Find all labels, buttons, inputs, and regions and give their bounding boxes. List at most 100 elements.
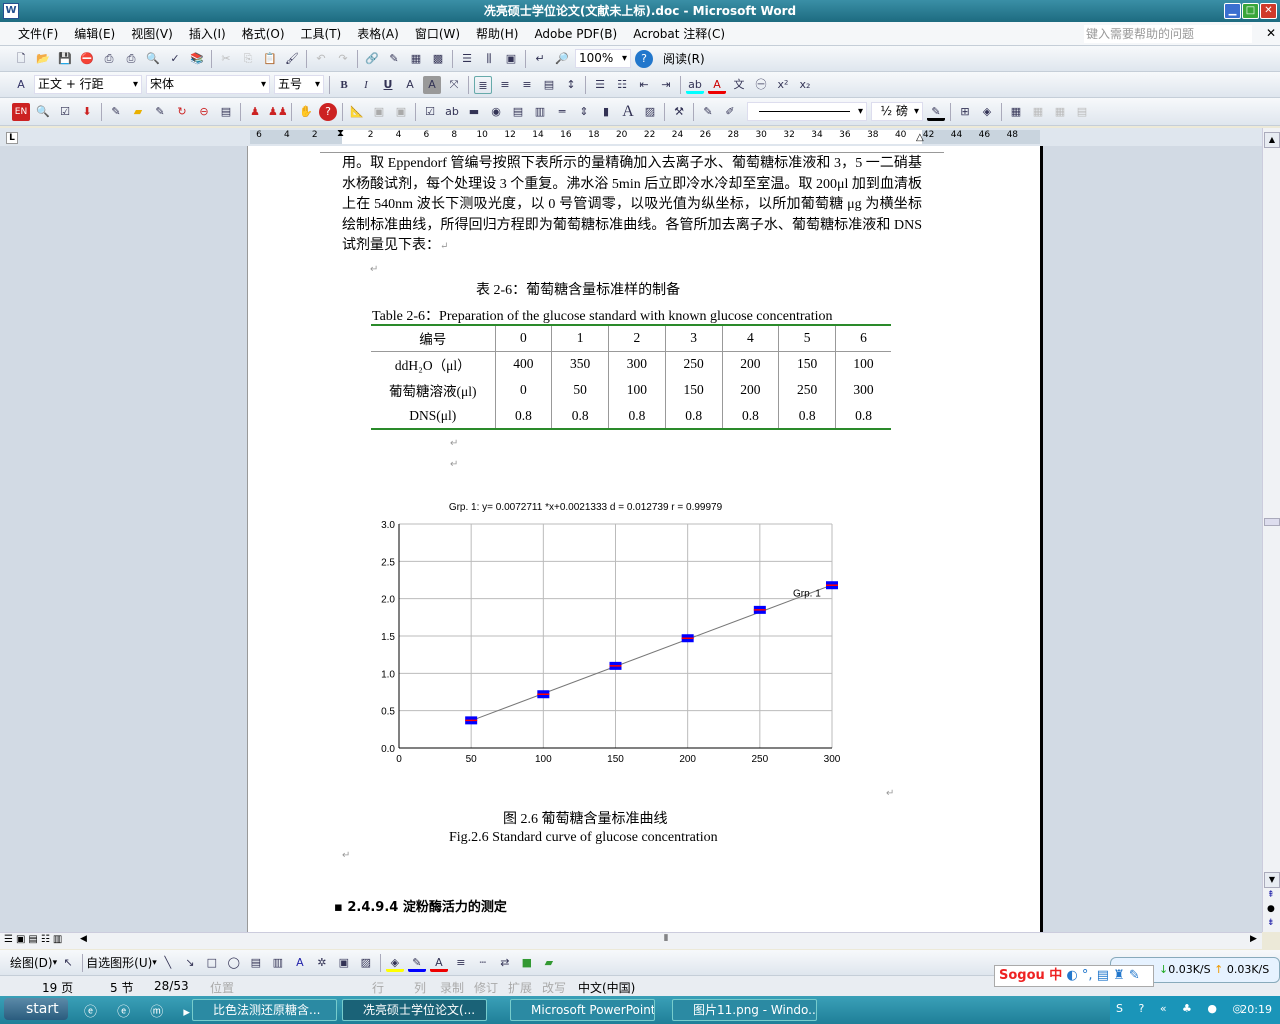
- columns-icon[interactable]: ☰: [458, 50, 476, 68]
- line-style-select[interactable]: [747, 102, 867, 121]
- read-button[interactable]: 阅读(R): [663, 50, 705, 67]
- insert-excel-icon[interactable]: ▩: [429, 50, 447, 68]
- task-powerpoint[interactable]: Microsoft PowerPoint...: [510, 999, 655, 1021]
- print-preview-icon[interactable]: 🔍: [144, 50, 162, 68]
- align-cell-icon[interactable]: ▤: [1073, 103, 1091, 121]
- scroll-right-button[interactable]: ▶: [1250, 934, 1257, 944]
- decrease-indent-icon[interactable]: ⇤: [635, 76, 653, 94]
- download-icon[interactable]: ⬇: [78, 103, 96, 121]
- menu-8[interactable]: 帮助(H): [468, 22, 526, 46]
- highlight-icon[interactable]: ab: [686, 76, 704, 94]
- tables-borders-icon[interactable]: ✎: [385, 50, 403, 68]
- combo-control-icon[interactable]: ▥: [531, 103, 549, 121]
- shading-icon[interactable]: ◈: [978, 103, 996, 121]
- scroll-left-button[interactable]: ◀: [80, 934, 87, 944]
- bullets-icon[interactable]: ☷: [613, 76, 631, 94]
- reading-pane-icon[interactable]: 🔎: [553, 50, 571, 68]
- menu-9[interactable]: Adobe PDF(B): [526, 22, 625, 46]
- align-center-icon[interactable]: ≡: [496, 76, 514, 94]
- fill-color-icon[interactable]: ◈: [385, 954, 404, 972]
- italic-button[interactable]: I: [357, 76, 375, 94]
- font-select[interactable]: 宋体: [146, 75, 270, 94]
- spin-control-icon[interactable]: ⇕: [575, 103, 593, 121]
- justify-icon[interactable]: ≣: [474, 75, 492, 94]
- note-icon[interactable]: ✎: [151, 103, 169, 121]
- scroll-thumb-h[interactable]: ⦀: [664, 934, 668, 944]
- listbox-control-icon[interactable]: ▤: [509, 103, 527, 121]
- wordart-icon[interactable]: A: [291, 954, 309, 972]
- styles-icon[interactable]: A: [12, 76, 30, 94]
- document-icon[interactable]: ▤: [217, 103, 235, 121]
- prev-page-icon[interactable]: ⇞: [1267, 890, 1275, 900]
- enclose-char-icon[interactable]: ㊀: [752, 76, 770, 94]
- properties-icon[interactable]: ▣: [370, 103, 388, 121]
- line-spacing-icon[interactable]: ↕: [562, 76, 580, 94]
- insert-table-icon[interactable]: ▦: [407, 50, 425, 68]
- 3d-icon[interactable]: ▰: [540, 954, 558, 972]
- scrollbar-control-icon[interactable]: ▮: [597, 103, 615, 121]
- hand-icon[interactable]: ✋: [297, 103, 315, 121]
- menu-5[interactable]: 工具(T): [293, 22, 350, 46]
- redo-arrow-icon[interactable]: ↻: [173, 103, 191, 121]
- textbox-icon[interactable]: ▤: [247, 954, 265, 972]
- arrow-icon[interactable]: ↘: [181, 954, 199, 972]
- maximize-button[interactable]: □: [1242, 3, 1259, 19]
- menu-10[interactable]: Acrobat 注释(C): [625, 22, 733, 46]
- help-icon[interactable]: ?: [635, 49, 653, 68]
- en-icon[interactable]: EN: [12, 102, 30, 121]
- right-indent-marker-icon[interactable]: △: [916, 132, 924, 143]
- task-word[interactable]: 冼亮硕士学位论文(...: [342, 999, 487, 1021]
- status-ext[interactable]: 扩展: [508, 979, 532, 996]
- textbox-control-icon[interactable]: ab: [443, 103, 461, 121]
- paste-icon[interactable]: 📋: [261, 50, 279, 68]
- line-icon[interactable]: ╲: [159, 954, 177, 972]
- menu-0[interactable]: 文件(F): [10, 22, 66, 46]
- quick-launch-icons[interactable]: ⓔ ⓔ ⓜ ▸: [84, 1001, 198, 1020]
- numbering-icon[interactable]: ☰: [591, 76, 609, 94]
- line-style-icon[interactable]: ≡: [452, 954, 470, 972]
- copy-icon[interactable]: ⎘: [239, 50, 257, 68]
- draw-menu[interactable]: 绘图(D): [10, 954, 53, 971]
- split-cells-icon[interactable]: ▦: [1051, 103, 1069, 121]
- style-select[interactable]: 正文 + 行距: [34, 75, 142, 94]
- edit-icon[interactable]: ✎: [107, 103, 125, 121]
- align-right-icon[interactable]: ≡: [518, 76, 536, 94]
- horizontal-scrollbar[interactable]: ☰▣▤☷▥ ◀ ⦀ ▶: [0, 932, 1262, 949]
- more-controls-icon[interactable]: ⚒: [670, 103, 688, 121]
- redo-icon[interactable]: ↷: [334, 50, 352, 68]
- folder-icon[interactable]: ▰: [129, 103, 147, 121]
- undo-icon[interactable]: ↶: [312, 50, 330, 68]
- menu-1[interactable]: 编辑(E): [66, 22, 123, 46]
- merge-cells-icon[interactable]: ▦: [1029, 103, 1047, 121]
- line-color-icon[interactable]: ✎: [407, 954, 426, 972]
- superscript-icon[interactable]: x²: [774, 76, 792, 94]
- picture-icon[interactable]: ▨: [357, 954, 375, 972]
- horizontal-ruler[interactable]: L 6 4 2 2 4 6 8 10 12 14 16 18 20 22 24 26 28 30 32 34 36 38 4…: [0, 128, 1262, 146]
- view-code-icon[interactable]: ▣: [392, 103, 410, 121]
- autoshapes-menu[interactable]: 自选图形(U): [86, 954, 152, 971]
- close-button[interactable]: ✕: [1260, 3, 1277, 19]
- scroll-thumb[interactable]: [1264, 518, 1280, 526]
- rectangle-icon[interactable]: □: [203, 954, 221, 972]
- browse-object-icon[interactable]: ●: [1267, 904, 1275, 914]
- distributed-icon[interactable]: ▤: [540, 76, 558, 94]
- phonetic-guide-icon[interactable]: 文: [730, 76, 748, 94]
- increase-indent-icon[interactable]: ⇥: [657, 76, 675, 94]
- print-icon[interactable]: ⎙: [122, 50, 140, 68]
- char-border-icon[interactable]: A: [401, 76, 419, 94]
- button-control-icon[interactable]: ▬: [465, 103, 483, 121]
- drawing-icon[interactable]: ⫼: [480, 50, 498, 68]
- underline-button[interactable]: U: [379, 76, 397, 94]
- tab-selector-icon[interactable]: L: [6, 132, 18, 144]
- task-image-viewer[interactable]: 图片11.png - Windo...: [672, 999, 817, 1021]
- vertical-scrollbar[interactable]: ▲ ▼ ⇞ ● ⇟: [1262, 128, 1280, 932]
- menu-4[interactable]: 格式(O): [234, 22, 293, 46]
- help-icon[interactable]: ?: [319, 102, 337, 121]
- permission-icon[interactable]: ⛔: [78, 50, 96, 68]
- save-icon[interactable]: 💾: [56, 50, 74, 68]
- menu-6[interactable]: 表格(A): [349, 22, 407, 46]
- font-size-select[interactable]: 五号: [274, 75, 324, 94]
- research-icon[interactable]: 🔍: [34, 103, 52, 121]
- font-color-icon[interactable]: A: [708, 76, 726, 94]
- view-buttons[interactable]: ☰▣▤☷▥: [4, 934, 65, 945]
